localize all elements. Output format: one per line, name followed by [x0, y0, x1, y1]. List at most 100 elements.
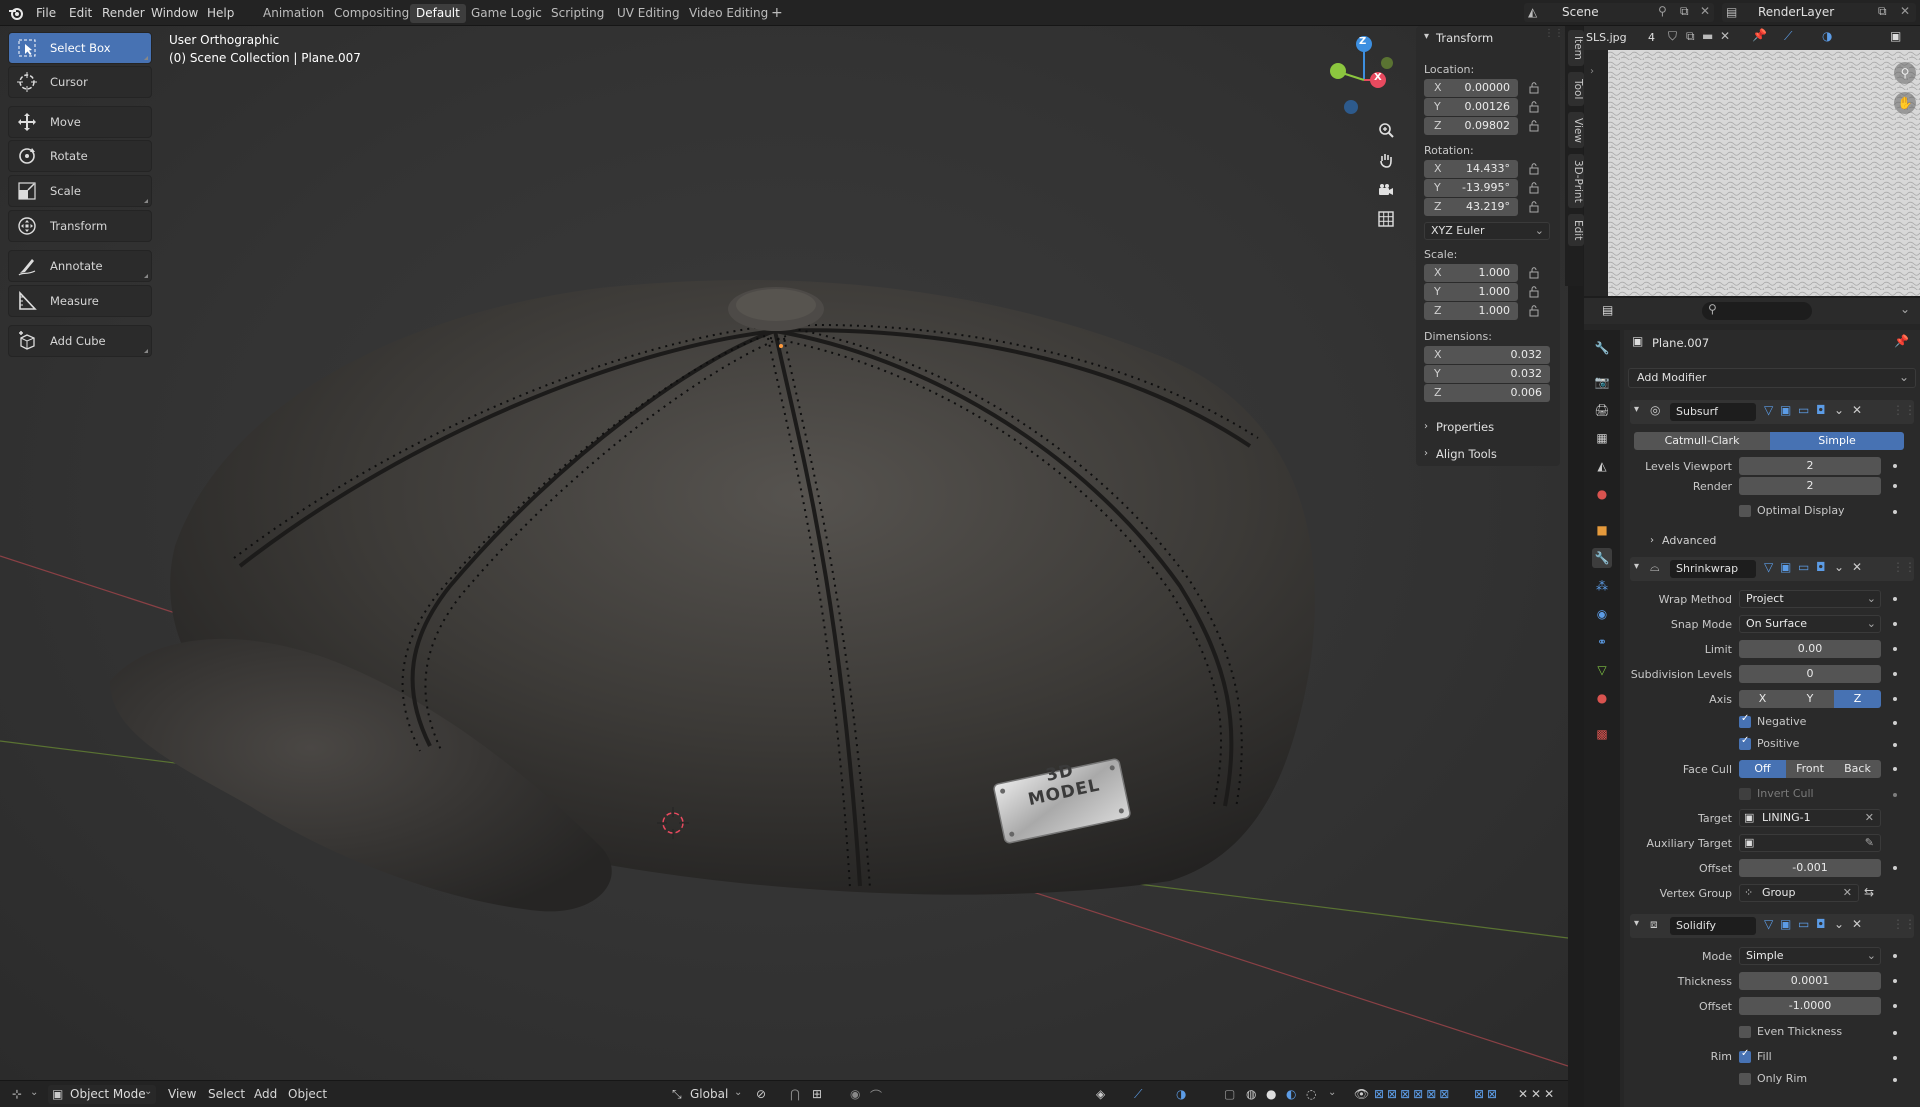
keyframe-dot[interactable]	[1893, 484, 1897, 488]
shrinkwrap-modifier-header[interactable]: ▾ ⌓ Shrinkwrap ▽ ▣ ▭ ◘ ⌄ ✕ ⋮⋮	[1630, 557, 1916, 581]
zoom-icon[interactable]: ⚲	[1894, 62, 1916, 84]
tab-scripting[interactable]: Scripting	[545, 4, 610, 23]
wireframe-shading-icon[interactable]: ◍	[1246, 1087, 1256, 1101]
keyframe-dot[interactable]	[1893, 464, 1897, 468]
pin-icon[interactable]: 📌	[1894, 334, 1909, 348]
snap-icon[interactable]: ⟋	[1784, 29, 1792, 44]
keyframe-dot[interactable]	[1893, 697, 1897, 701]
new-layer-icon[interactable]: ⧉	[1878, 4, 1887, 19]
tool-move[interactable]: Move	[8, 106, 152, 138]
eyedropper-icon[interactable]: ✎	[1865, 835, 1874, 851]
render-levels-field[interactable]: 2	[1739, 477, 1881, 495]
tool-scale[interactable]: Scale	[8, 175, 152, 207]
camera-view-icon[interactable]	[1374, 178, 1398, 202]
invert-cull-checkbox[interactable]	[1739, 788, 1751, 800]
gizmo-z-label[interactable]: Z	[1359, 36, 1366, 47]
scale-y-field[interactable]: Y 1.000	[1424, 283, 1518, 301]
thickness-field[interactable]: 0.0001	[1739, 972, 1881, 990]
cage-toggle-icon[interactable]: ▣	[1780, 917, 1791, 931]
render-layer-selector[interactable]: ▤ RenderLayer ⧉ ✕	[1722, 3, 1916, 22]
grid-view-icon[interactable]	[1374, 207, 1398, 231]
pin-icon[interactable]: 📌	[1752, 28, 1767, 42]
offset-field[interactable]: -0.001	[1739, 859, 1881, 877]
keyframe-dot[interactable]	[1893, 672, 1897, 676]
tab-3d-print[interactable]: 3D-Print	[1568, 154, 1584, 208]
modifier-name-field[interactable]: Shrinkwrap	[1670, 560, 1756, 578]
drag-handle-icon[interactable]: ⋮⋮	[1892, 560, 1916, 574]
chevron-down-icon[interactable]: ▾	[1634, 561, 1639, 572]
keyframe-dot[interactable]	[1893, 1031, 1897, 1035]
chevron-down-icon[interactable]: ⌄	[1900, 302, 1910, 316]
selectability-toggles-icon[interactable]: ⊠⊠⊠⊠⊠⊠	[1374, 1087, 1452, 1101]
render-toggle-icon[interactable]: ◘	[1816, 403, 1826, 417]
editor-type-icon[interactable]: ▣	[1890, 29, 1901, 43]
tab-default[interactable]: Default	[410, 4, 466, 23]
overlay-icon[interactable]: ◑	[1822, 29, 1832, 43]
xray-icon[interactable]: ▢	[1224, 1087, 1235, 1101]
tab-edit[interactable]: Edit	[1568, 214, 1584, 246]
tab-game-logic[interactable]: Game Logic	[465, 4, 548, 23]
chevron-down-icon[interactable]: ⌄	[1834, 403, 1844, 417]
axis-z-toggle[interactable]: Z	[1834, 690, 1881, 708]
simple-button[interactable]: Simple	[1770, 432, 1904, 450]
delete-scene-icon[interactable]: ✕	[1700, 4, 1710, 18]
face-cull-off-toggle[interactable]: Off	[1739, 760, 1786, 778]
output-icon[interactable]: 🖨	[1592, 400, 1612, 420]
location-y-field[interactable]: Y 0.00126	[1424, 98, 1518, 116]
pin-icon[interactable]: ⚲	[1658, 4, 1667, 18]
texture-icon[interactable]: ▩	[1592, 724, 1612, 744]
proportional-edit-icon[interactable]: ◉	[850, 1087, 860, 1101]
add-modifier-dropdown[interactable]: Add Modifier ⌄	[1628, 368, 1916, 388]
cage-toggle-icon[interactable]: ▣	[1780, 403, 1791, 417]
keyframe-dot[interactable]	[1893, 979, 1897, 983]
keyframe-dot[interactable]	[1893, 866, 1897, 870]
tool-annotate[interactable]: Annotate	[8, 250, 152, 282]
delete-layer-icon[interactable]: ✕	[1900, 4, 1910, 18]
viewport-toggle-icon[interactable]: ▭	[1798, 917, 1809, 931]
pan-hand-icon[interactable]: ✋	[1894, 92, 1916, 114]
modifier-name-field[interactable]: Subsurf	[1670, 403, 1756, 421]
keyframe-dot[interactable]	[1893, 1078, 1897, 1082]
menu-select[interactable]: Select	[208, 1087, 245, 1101]
tool-transform[interactable]: Transform	[8, 210, 152, 242]
edit-mode-toggle-icon[interactable]: ▽	[1764, 560, 1773, 574]
lock-icon[interactable]	[1528, 181, 1542, 195]
modifier-name-field[interactable]: Solidify	[1670, 917, 1756, 935]
menu-edit[interactable]: Edit	[69, 4, 92, 22]
advanced-subpanel[interactable]: Advanced	[1662, 534, 1716, 547]
render-toggle-icon[interactable]: ◘	[1816, 560, 1826, 574]
tool-rotate[interactable]: Rotate	[8, 140, 152, 172]
clear-icon[interactable]: ✕	[1865, 810, 1874, 826]
menu-window[interactable]: Window	[151, 4, 198, 22]
auxiliary-target-field[interactable]: ▣ ✎	[1739, 834, 1881, 852]
keyframe-dot[interactable]	[1893, 1056, 1897, 1060]
optimal-display-checkbox[interactable]	[1739, 505, 1751, 517]
object-icon[interactable]: ■	[1592, 520, 1612, 540]
align-tools-header[interactable]: Align Tools	[1436, 445, 1497, 463]
chevron-down-icon[interactable]: ⌄	[1328, 1087, 1336, 1098]
restrict-toggles-icon[interactable]: ✕✕✕	[1518, 1087, 1557, 1101]
invert-arrows-icon[interactable]: ⇆	[1864, 885, 1874, 899]
lock-icon[interactable]	[1528, 100, 1542, 114]
snap-target-icon[interactable]: ⊞	[812, 1087, 822, 1101]
orientation-dropdown[interactable]: Global	[690, 1087, 728, 1101]
lock-icon[interactable]	[1528, 266, 1542, 280]
pivot-point-icon[interactable]: ⊘	[756, 1087, 766, 1101]
chevron-down-icon[interactable]: ▾	[1634, 918, 1639, 929]
modifier-wrench-icon[interactable]: 🔧	[1592, 548, 1612, 568]
subdivision-levels-field[interactable]: 0	[1739, 665, 1881, 683]
open-image-icon[interactable]: ▬	[1702, 29, 1713, 43]
image-users-count[interactable]: 4	[1648, 31, 1655, 44]
collapse-chevron-icon[interactable]: ▾	[1424, 31, 1429, 42]
chevron-down-icon[interactable]: ⌄	[30, 1087, 38, 1098]
axis-y-toggle[interactable]: Y	[1786, 690, 1834, 708]
even-thickness-checkbox[interactable]	[1739, 1026, 1751, 1038]
keyframe-dot[interactable]	[1893, 721, 1897, 725]
keyframe-dot[interactable]	[1893, 597, 1897, 601]
chevron-right-icon[interactable]: ›	[1424, 448, 1428, 459]
lock-icon[interactable]	[1528, 200, 1542, 214]
chevron-down-icon[interactable]: ⌄	[1834, 560, 1844, 574]
search-input[interactable]: ⚲	[1702, 302, 1812, 320]
tab-view[interactable]: View	[1568, 112, 1584, 148]
editor-type-icon[interactable]: ⊹	[12, 1087, 22, 1101]
